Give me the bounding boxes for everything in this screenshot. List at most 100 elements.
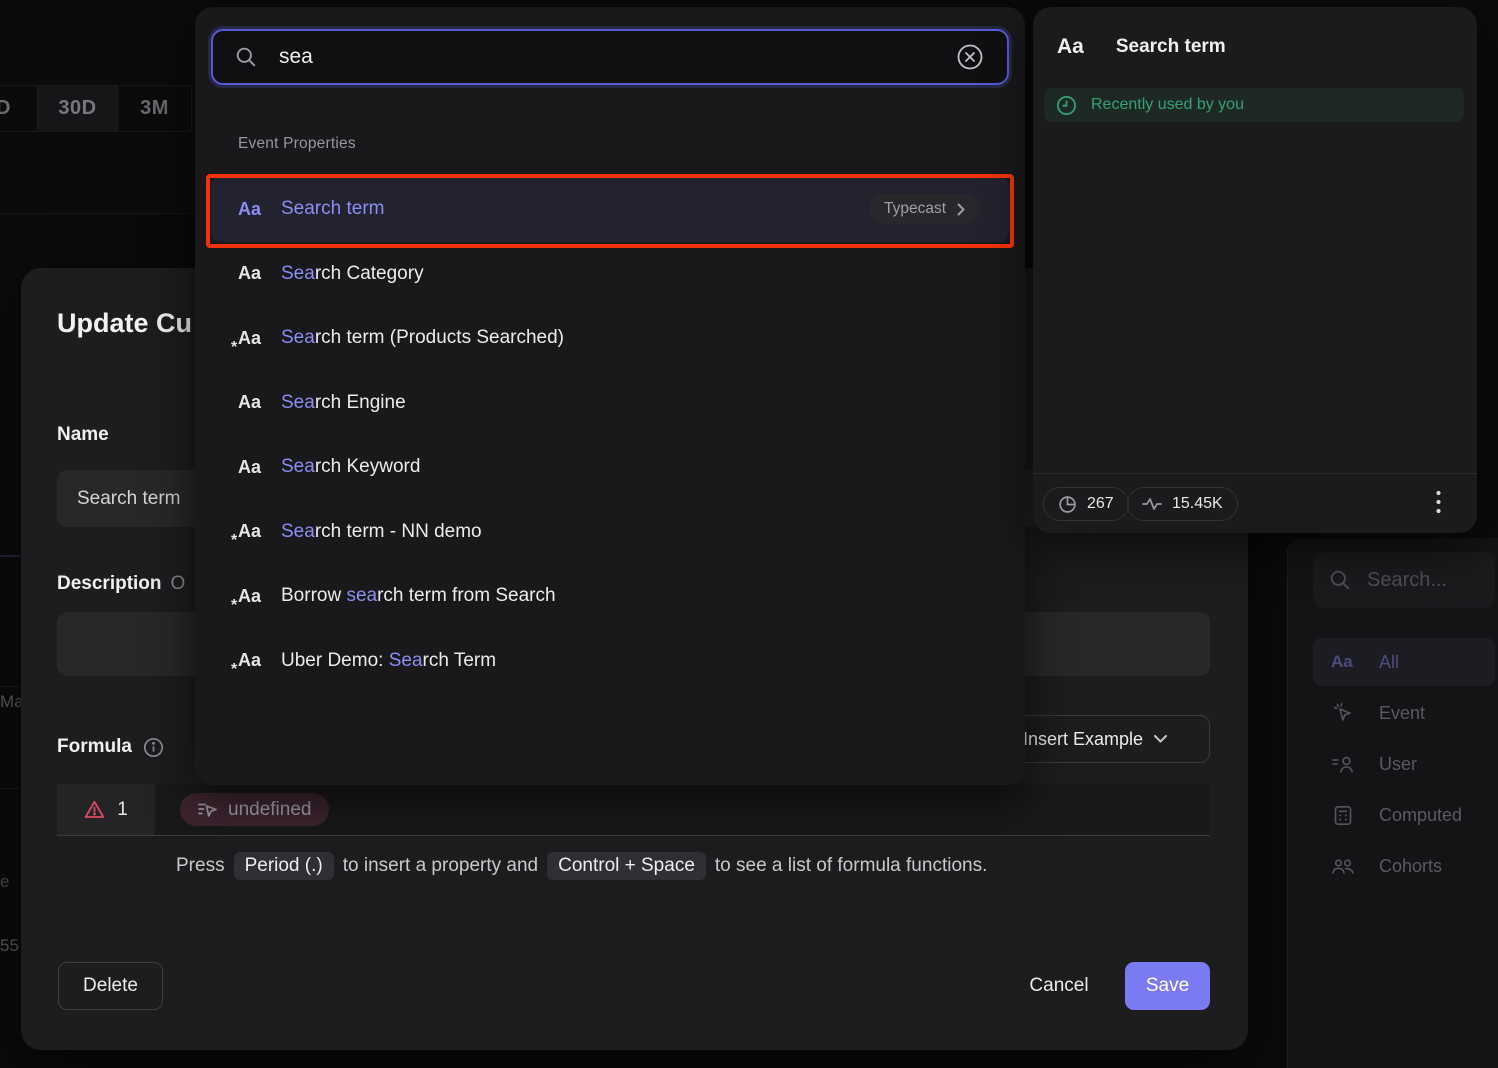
text-property-icon: Aa* bbox=[238, 586, 281, 607]
property-label: Search Category bbox=[281, 263, 980, 285]
kbd-control-space: Control + Space bbox=[547, 852, 706, 880]
cardinality-pill[interactable]: 267 bbox=[1043, 487, 1129, 521]
sidebar-search-input[interactable]: Search... bbox=[1313, 552, 1495, 608]
recently-used-badge: Recently used by you bbox=[1044, 88, 1464, 122]
property-row[interactable]: Aa*Search term - NN demo bbox=[211, 500, 1009, 565]
delete-button[interactable]: Delete bbox=[58, 962, 163, 1010]
property-row[interactable]: Aa*Search term (Products Searched) bbox=[211, 306, 1009, 371]
name-label: Name bbox=[57, 424, 109, 446]
property-search-input[interactable]: sea bbox=[211, 29, 1009, 85]
clear-search-icon[interactable] bbox=[955, 42, 985, 72]
modal-title: Update Cu bbox=[57, 308, 192, 339]
time-tab-30d[interactable]: 30D bbox=[38, 86, 118, 131]
chart-line-fragment bbox=[0, 555, 21, 557]
text-property-icon: Aa* bbox=[238, 328, 281, 349]
panel-divider bbox=[1033, 473, 1477, 474]
activity-icon bbox=[1142, 497, 1162, 511]
chevron-right-icon bbox=[957, 203, 965, 216]
save-button[interactable]: Save bbox=[1125, 962, 1210, 1010]
property-label: Borrow search term from Search bbox=[281, 585, 980, 607]
property-label: Search term (Products Searched) bbox=[281, 327, 980, 349]
optional-hint: O bbox=[171, 573, 186, 594]
section-header: Event Properties bbox=[238, 135, 356, 153]
property-row[interactable]: AaSearch term Typecast bbox=[211, 177, 1009, 242]
property-label: Search term bbox=[281, 198, 869, 220]
chevron-down-icon bbox=[1154, 735, 1167, 743]
text-property-icon: Aa bbox=[238, 392, 281, 413]
text-property-icon: Aa bbox=[1331, 652, 1355, 672]
property-list: AaSearch termTypecastAaSearch CategoryAa… bbox=[211, 177, 1009, 693]
info-icon[interactable] bbox=[143, 737, 164, 758]
user-icon bbox=[1331, 754, 1355, 774]
property-row[interactable]: AaSearch Keyword bbox=[211, 435, 1009, 500]
typecast-button[interactable]: Typecast bbox=[869, 194, 980, 224]
property-details-panel: Aa Search term Recently used by you 267 … bbox=[1033, 7, 1477, 533]
property-row[interactable]: Aa*Borrow search term from Search bbox=[211, 564, 1009, 629]
search-query-text: sea bbox=[279, 45, 933, 69]
sidebar-item-event[interactable]: Event bbox=[1313, 689, 1495, 737]
search-icon bbox=[235, 46, 257, 68]
property-type-sidebar: Search... Aa All Event User Computed Cohorts bbox=[1287, 538, 1498, 1068]
property-row[interactable]: AaSearch Engine bbox=[211, 371, 1009, 436]
panel-header: Aa Search term bbox=[1057, 35, 1226, 59]
sidebar-item-computed[interactable]: Computed bbox=[1313, 791, 1495, 839]
event-icon bbox=[1331, 702, 1355, 724]
gridline-fragment bbox=[0, 788, 21, 789]
clock-icon bbox=[1056, 95, 1077, 116]
text-property-icon: Aa bbox=[1057, 35, 1084, 59]
typecast-label: Typecast bbox=[884, 200, 946, 218]
computed-icon bbox=[1331, 805, 1355, 826]
kbd-period: Period (.) bbox=[234, 852, 334, 880]
search-icon bbox=[1329, 569, 1351, 591]
property-label: Search Engine bbox=[281, 392, 980, 414]
volume-pill[interactable]: 15.45K bbox=[1127, 487, 1238, 521]
property-label: Search term - NN demo bbox=[281, 521, 980, 543]
warning-icon bbox=[84, 800, 105, 819]
formula-editor[interactable]: 1 undefined bbox=[57, 784, 1210, 836]
text-property-icon: Aa* bbox=[238, 521, 281, 542]
sidebar-search-placeholder: Search... bbox=[1367, 569, 1447, 592]
axis-label-partial: e bbox=[0, 872, 9, 892]
more-options-icon[interactable] bbox=[1425, 489, 1451, 515]
property-row[interactable]: Aa*Uber Demo: Search Term bbox=[211, 629, 1009, 694]
sidebar-item-label: Event bbox=[1379, 703, 1425, 724]
text-property-icon: Aa* bbox=[238, 650, 281, 671]
panel-title: Search term bbox=[1116, 36, 1226, 58]
pie-chart-icon bbox=[1058, 495, 1077, 514]
formula-hint: Press Period (.) to insert a property an… bbox=[176, 852, 987, 880]
undefined-chip-label: undefined bbox=[228, 799, 311, 821]
sidebar-item-label: User bbox=[1379, 754, 1417, 775]
error-count: 1 bbox=[117, 799, 128, 821]
property-row[interactable]: AaSearch Category bbox=[211, 242, 1009, 307]
sidebar-item-cohorts[interactable]: Cohorts bbox=[1313, 842, 1495, 890]
formula-header: Formula bbox=[57, 736, 164, 758]
error-count-badge: 1 bbox=[57, 784, 155, 835]
text-property-icon: Aa bbox=[238, 457, 281, 478]
property-search-dropdown: sea Event Properties AaSearch termTypeca… bbox=[195, 7, 1025, 785]
gridline-fragment bbox=[0, 686, 21, 687]
undefined-property-chip[interactable]: undefined bbox=[180, 793, 329, 826]
time-tab-partial[interactable]: D bbox=[0, 86, 38, 131]
sidebar-item-label: Cohorts bbox=[1379, 856, 1442, 877]
recently-used-label: Recently used by you bbox=[1091, 96, 1244, 114]
custom-property-icon bbox=[198, 802, 218, 817]
text-property-icon: Aa bbox=[238, 263, 281, 284]
cancel-button[interactable]: Cancel bbox=[1023, 962, 1095, 1010]
time-range-tabs: D 30D 3M bbox=[0, 85, 195, 132]
sidebar-item-user[interactable]: User bbox=[1313, 740, 1495, 788]
cohorts-icon bbox=[1331, 857, 1355, 875]
description-label: DescriptionO bbox=[57, 573, 185, 595]
name-input-value: Search term bbox=[77, 488, 180, 510]
background-divider bbox=[0, 213, 195, 214]
axis-label-number: 55 bbox=[0, 936, 19, 956]
sidebar-item-all[interactable]: Aa All bbox=[1313, 638, 1495, 686]
sidebar-item-label: Computed bbox=[1379, 805, 1462, 826]
formula-label: Formula bbox=[57, 736, 132, 758]
property-label: Search Keyword bbox=[281, 456, 980, 478]
sidebar-item-label: All bbox=[1379, 652, 1399, 673]
cardinality-value: 267 bbox=[1087, 495, 1114, 513]
insert-example-label: Insert Example bbox=[1023, 729, 1143, 750]
text-property-icon: Aa bbox=[238, 199, 281, 220]
time-tab-3m[interactable]: 3M bbox=[118, 86, 192, 131]
volume-value: 15.45K bbox=[1172, 495, 1223, 513]
